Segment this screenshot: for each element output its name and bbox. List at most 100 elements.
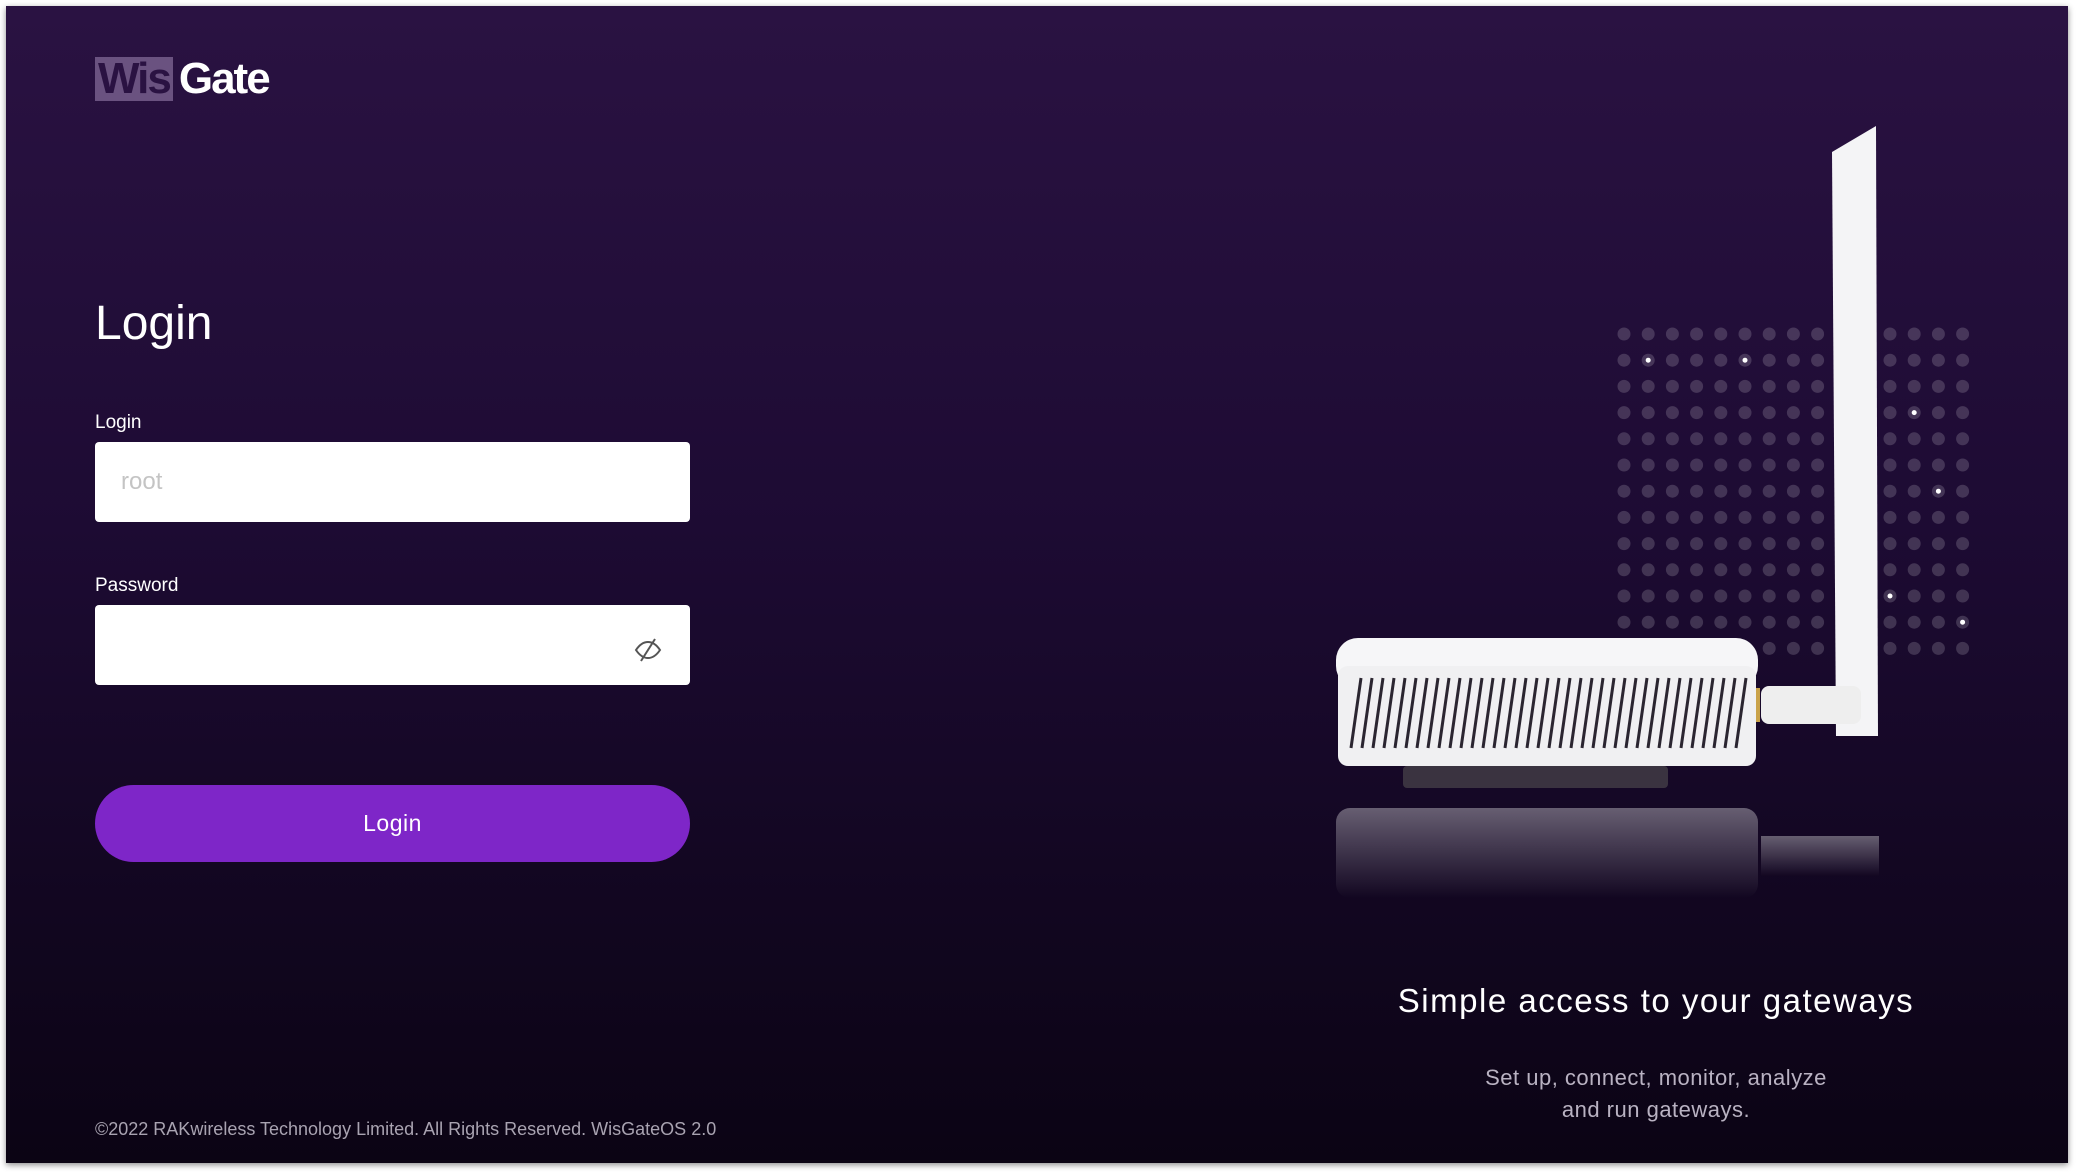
dot	[1690, 406, 1704, 420]
dot	[1762, 484, 1776, 498]
hero-tagline: Simple access to your gateways	[1397, 982, 1915, 1019]
dot	[1738, 537, 1752, 551]
dot	[1811, 641, 1825, 655]
dot	[1714, 589, 1728, 603]
dot	[1738, 484, 1752, 498]
dot	[1617, 379, 1631, 393]
logo-gate: Gate	[178, 54, 271, 103]
dot	[1738, 615, 1752, 629]
dot	[1690, 379, 1704, 393]
toggle-password-visibility-icon[interactable]	[632, 634, 664, 666]
dot	[1714, 327, 1728, 341]
dot	[1883, 353, 1897, 367]
dot	[1617, 563, 1631, 577]
dot	[1907, 327, 1921, 341]
dot	[1738, 589, 1752, 603]
dot	[1956, 563, 1970, 577]
dot	[1617, 432, 1631, 446]
dot	[1786, 589, 1800, 603]
dot	[1786, 615, 1800, 629]
dot	[1617, 327, 1631, 341]
dot	[1641, 510, 1655, 524]
dot	[1931, 563, 1945, 577]
dot	[1762, 379, 1776, 393]
dot	[1811, 615, 1825, 629]
dot	[1811, 458, 1825, 472]
dot	[1762, 327, 1776, 341]
dot	[1665, 510, 1679, 524]
dot	[1956, 406, 1970, 420]
dot	[1690, 589, 1704, 603]
dot	[1931, 537, 1945, 551]
dot-grid-decoration	[1617, 327, 1970, 655]
dot	[1617, 615, 1631, 629]
dot	[1641, 484, 1655, 498]
dot	[1956, 510, 1970, 524]
dot	[1690, 510, 1704, 524]
login-label: Login	[95, 412, 142, 433]
dot	[1738, 510, 1752, 524]
dot	[1762, 563, 1776, 577]
dot	[1690, 537, 1704, 551]
dot	[1714, 537, 1728, 551]
logo-wis: Wis	[95, 57, 173, 101]
dot	[1617, 484, 1631, 498]
dot-highlight	[1742, 357, 1748, 363]
dot	[1617, 353, 1631, 367]
dot	[1883, 641, 1897, 655]
dot	[1762, 353, 1776, 367]
dot	[1907, 641, 1921, 655]
dot-highlight	[1887, 593, 1893, 599]
dot	[1714, 458, 1728, 472]
dot	[1883, 537, 1897, 551]
dot	[1690, 432, 1704, 446]
dot	[1786, 458, 1800, 472]
dot	[1883, 615, 1897, 629]
dot	[1811, 353, 1825, 367]
dot	[1931, 432, 1945, 446]
dot	[1641, 537, 1655, 551]
dot	[1811, 406, 1825, 420]
dot	[1690, 327, 1704, 341]
dot	[1931, 510, 1945, 524]
dot	[1931, 458, 1945, 472]
login-input[interactable]	[95, 442, 690, 522]
dot	[1907, 537, 1921, 551]
dot	[1762, 406, 1776, 420]
dot	[1956, 537, 1970, 551]
dot-highlight	[1960, 619, 1966, 625]
dot	[1786, 510, 1800, 524]
dot	[1931, 353, 1945, 367]
hero-description-line2: and run gateways.	[1561, 1097, 1751, 1122]
dot	[1762, 537, 1776, 551]
dot	[1690, 353, 1704, 367]
dot	[1811, 589, 1825, 603]
dot	[1738, 432, 1752, 446]
dot	[1738, 379, 1752, 393]
dot	[1956, 327, 1970, 341]
password-input[interactable]	[95, 605, 690, 685]
dot	[1956, 641, 1970, 655]
login-button[interactable]: Login	[95, 785, 690, 862]
dot	[1931, 327, 1945, 341]
dot	[1762, 432, 1776, 446]
gateway-feet	[1403, 766, 1668, 788]
dot	[1641, 379, 1655, 393]
dot	[1931, 589, 1945, 603]
dot	[1907, 563, 1921, 577]
dot	[1738, 458, 1752, 472]
dot	[1641, 327, 1655, 341]
dot	[1641, 615, 1655, 629]
dot	[1931, 406, 1945, 420]
dot	[1714, 353, 1728, 367]
dot	[1907, 458, 1921, 472]
wisgate-logo: Wis Gate	[95, 54, 271, 103]
dot	[1714, 615, 1728, 629]
dot	[1811, 563, 1825, 577]
dot	[1714, 406, 1728, 420]
dot	[1931, 615, 1945, 629]
dot	[1907, 432, 1921, 446]
dot	[1762, 615, 1776, 629]
dot	[1811, 537, 1825, 551]
dot	[1690, 615, 1704, 629]
